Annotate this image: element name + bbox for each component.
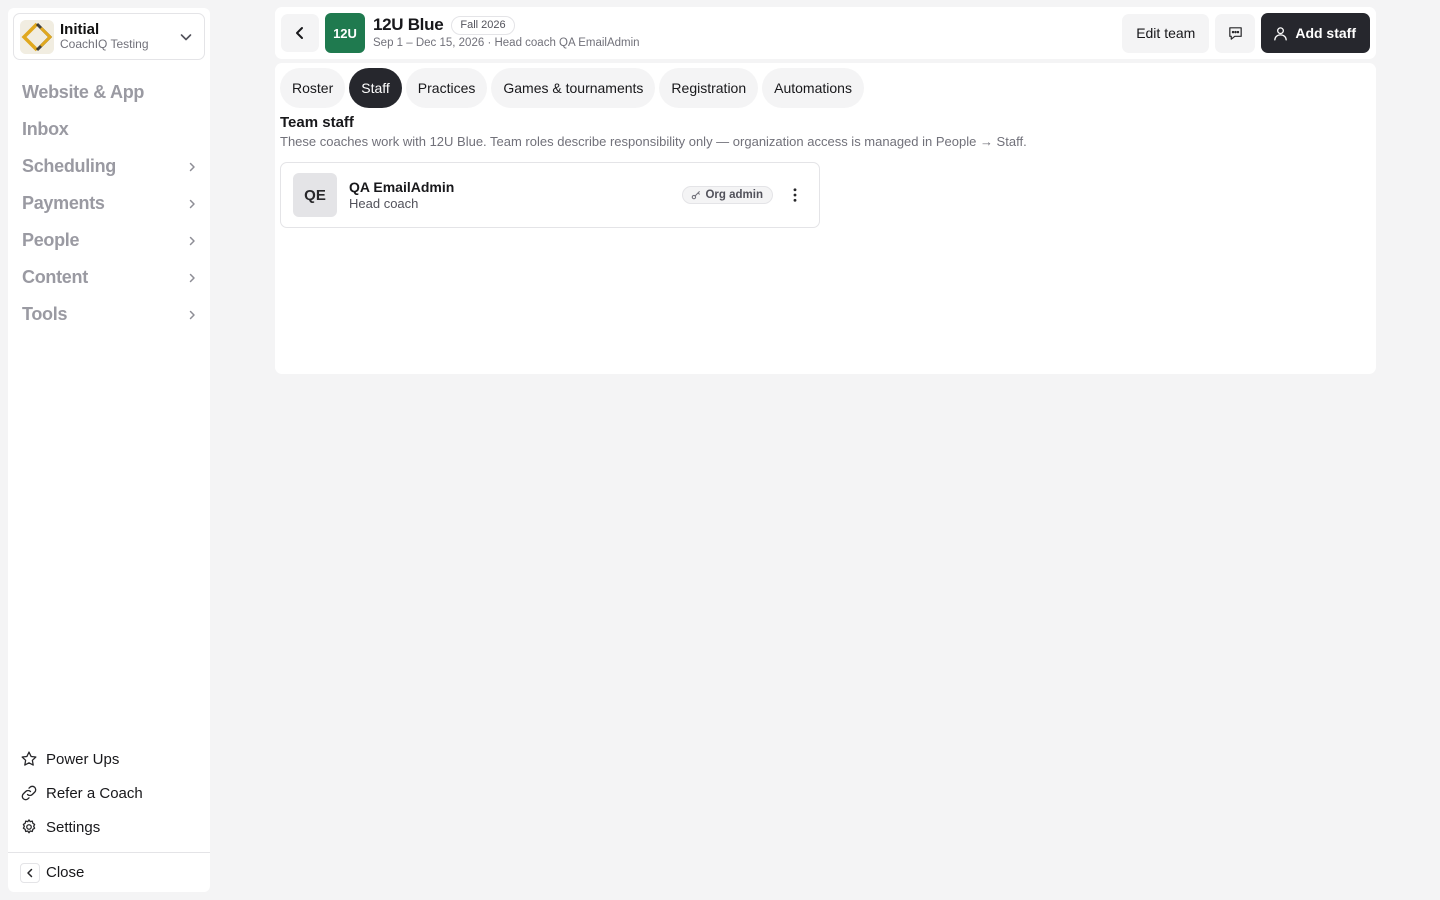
org-subtitle: CoachIQ Testing xyxy=(60,37,149,52)
more-options-button[interactable] xyxy=(783,183,807,207)
back-button[interactable] xyxy=(281,14,319,52)
tab-practices[interactable]: Practices xyxy=(405,68,488,108)
status-badge: Org admin xyxy=(682,186,773,204)
tab-automations[interactable]: Automations xyxy=(762,68,864,108)
team-header: 12U 12U Blue Fall 2026 Sep 1 – Dec 15, 2… xyxy=(275,7,1376,59)
nav-item-payments[interactable]: Payments xyxy=(8,185,210,222)
key-icon xyxy=(692,191,701,200)
nav-item-inbox[interactable]: Inbox xyxy=(8,111,210,148)
section-title: Team staff xyxy=(280,114,354,131)
star-icon xyxy=(21,751,37,766)
nav-item-label: Payments xyxy=(22,193,105,213)
nav-item-label: Inbox xyxy=(22,119,69,139)
chevron-left-icon xyxy=(296,27,303,39)
chevron-right-icon xyxy=(189,199,195,208)
nav-item-label: Scheduling xyxy=(22,156,117,176)
team-tabs: Roster Staff Practices Games & tournamen… xyxy=(280,68,1371,108)
staff-role: Head coach xyxy=(349,195,419,211)
chevron-right-icon xyxy=(189,310,195,319)
gear-icon xyxy=(22,819,36,834)
settings-label: Settings xyxy=(46,818,101,836)
close-label: Close xyxy=(46,864,85,881)
power-ups-label: Power Ups xyxy=(46,750,120,768)
team-name: 12U Blue xyxy=(373,14,444,34)
chat-icon xyxy=(1229,26,1242,40)
nav-item-label: People xyxy=(22,230,80,250)
org-switcher[interactable]: Initial CoachIQ Testing xyxy=(13,13,205,60)
edit-team-button[interactable]: Edit team xyxy=(1122,13,1210,53)
tab-games-tournaments[interactable]: Games & tournaments xyxy=(491,68,656,108)
sidebar: Initial CoachIQ Testing Website & App In… xyxy=(8,8,210,892)
staff-card[interactable]: QE QA EmailAdmin Head coach Org admin xyxy=(280,162,820,228)
tab-registration[interactable]: Registration xyxy=(659,68,759,108)
add-staff-label: Add staff xyxy=(1295,25,1356,41)
season-badge: Fall 2026 xyxy=(451,15,515,35)
staff-name: QA EmailAdmin xyxy=(349,178,455,195)
close-sidebar-button[interactable]: Close xyxy=(8,852,210,892)
chevron-right-icon xyxy=(189,162,195,171)
nav-item-tools[interactable]: Tools xyxy=(8,296,210,333)
nav-item-website-app[interactable]: Website & App xyxy=(8,74,210,111)
refer-coach-link[interactable]: Refer a Coach xyxy=(8,776,210,810)
nav-item-label: Tools xyxy=(22,304,68,324)
status-badge-label: Org admin xyxy=(705,189,763,201)
main-nav: Website & App Inbox Scheduling Payments … xyxy=(8,74,210,333)
message-button[interactable] xyxy=(1215,13,1256,53)
org-logo xyxy=(20,19,54,54)
tab-roster[interactable]: Roster xyxy=(280,68,346,108)
avatar: QE xyxy=(293,173,337,217)
tab-staff[interactable]: Staff xyxy=(349,68,402,108)
team-meta: Sep 1 – Dec 15, 2026 · Head coach QA Ema… xyxy=(373,37,640,50)
power-ups-link[interactable]: Power Ups xyxy=(8,742,210,776)
chevron-right-icon xyxy=(189,236,195,245)
team-avatar: 12U xyxy=(325,13,365,53)
nav-item-people[interactable]: People xyxy=(8,222,210,259)
chevron-down-icon xyxy=(180,33,192,40)
sidebar-bottom-links: Power Ups Refer a Coach Settings xyxy=(8,742,210,852)
link-icon xyxy=(21,785,37,801)
nav-item-scheduling[interactable]: Scheduling xyxy=(8,148,210,185)
team-panel: Roster Staff Practices Games & tournamen… xyxy=(275,63,1376,374)
refer-coach-label: Refer a Coach xyxy=(46,784,143,802)
more-vertical-icon xyxy=(793,188,797,202)
chevron-left-icon xyxy=(20,862,40,883)
nav-item-label: Content xyxy=(22,267,88,287)
nav-item-label: Website & App xyxy=(22,82,145,102)
add-staff-button[interactable]: Add staff xyxy=(1261,13,1370,53)
chevron-right-icon xyxy=(189,273,195,282)
section-description: These coaches work with 12U Blue. Team r… xyxy=(280,134,1027,149)
nav-item-content[interactable]: Content xyxy=(8,259,210,296)
user-icon xyxy=(1274,26,1288,41)
org-name: Initial xyxy=(60,20,100,38)
settings-link[interactable]: Settings xyxy=(8,810,210,844)
